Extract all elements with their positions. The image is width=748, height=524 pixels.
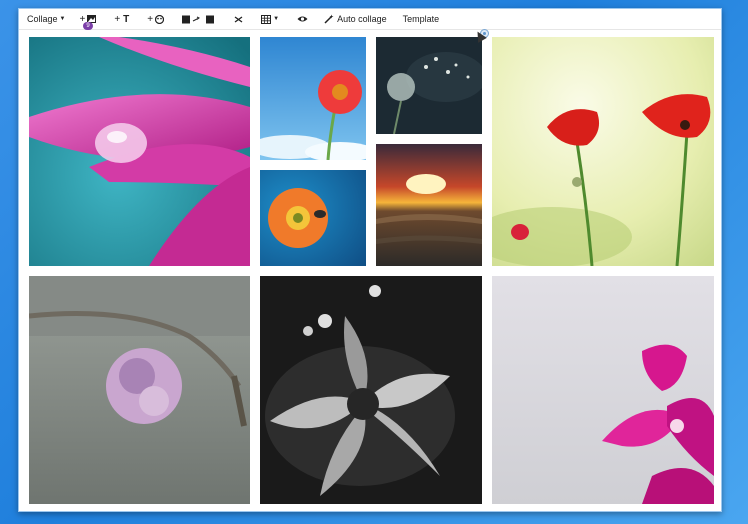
plus-icon: + (147, 13, 154, 25)
shuffle-button[interactable] (230, 9, 247, 29)
auto-collage-label: Auto collage (337, 14, 387, 24)
photo-dandelion-dark[interactable] (376, 37, 482, 134)
caret-down-icon: ▼ (59, 16, 66, 22)
template-label: Template (402, 14, 440, 24)
photo-orange-flower-blue[interactable] (260, 170, 366, 266)
swap-images-button[interactable] (178, 9, 220, 29)
auto-collage-button[interactable]: Auto collage (320, 9, 391, 29)
grid-layout-button[interactable]: ▼ (257, 9, 283, 29)
plus-icon: + (114, 13, 121, 25)
photo-pink-petal-droplet[interactable] (29, 37, 250, 266)
swap-images-icon (182, 15, 215, 23)
collage-menu-button[interactable]: Collage ▼ (19, 9, 69, 29)
collage-menu-label: Collage (27, 14, 58, 24)
add-text-button[interactable]: + T (110, 9, 133, 29)
sticker-icon (155, 14, 165, 24)
text-icon: T (123, 13, 130, 25)
collage-editor-window: Collage ▼ + + T + ▼ Auto collage Templat… (18, 8, 722, 512)
preview-button[interactable] (293, 9, 312, 29)
photo-magenta-orchid[interactable] (492, 276, 714, 504)
image-count-badge: 9 (83, 22, 93, 30)
shuffle-icon (234, 15, 243, 23)
eye-icon (297, 16, 308, 22)
magic-wand-icon (324, 14, 334, 24)
photo-bw-flower[interactable] (260, 276, 482, 504)
template-button[interactable]: Template (399, 9, 444, 29)
grid-layout-icon (261, 14, 272, 24)
collage-canvas (19, 30, 721, 511)
photo-pink-rose-gray[interactable] (29, 276, 250, 504)
toolbar: Collage ▼ + + T + ▼ Auto collage Templat… (19, 9, 721, 30)
photo-red-daisy-sky[interactable] (260, 37, 366, 160)
add-sticker-button[interactable]: + (143, 9, 168, 29)
caret-down-icon: ▼ (273, 16, 280, 22)
photo-poppies-field[interactable] (492, 37, 714, 266)
photo-sunset-sea[interactable] (376, 144, 482, 266)
